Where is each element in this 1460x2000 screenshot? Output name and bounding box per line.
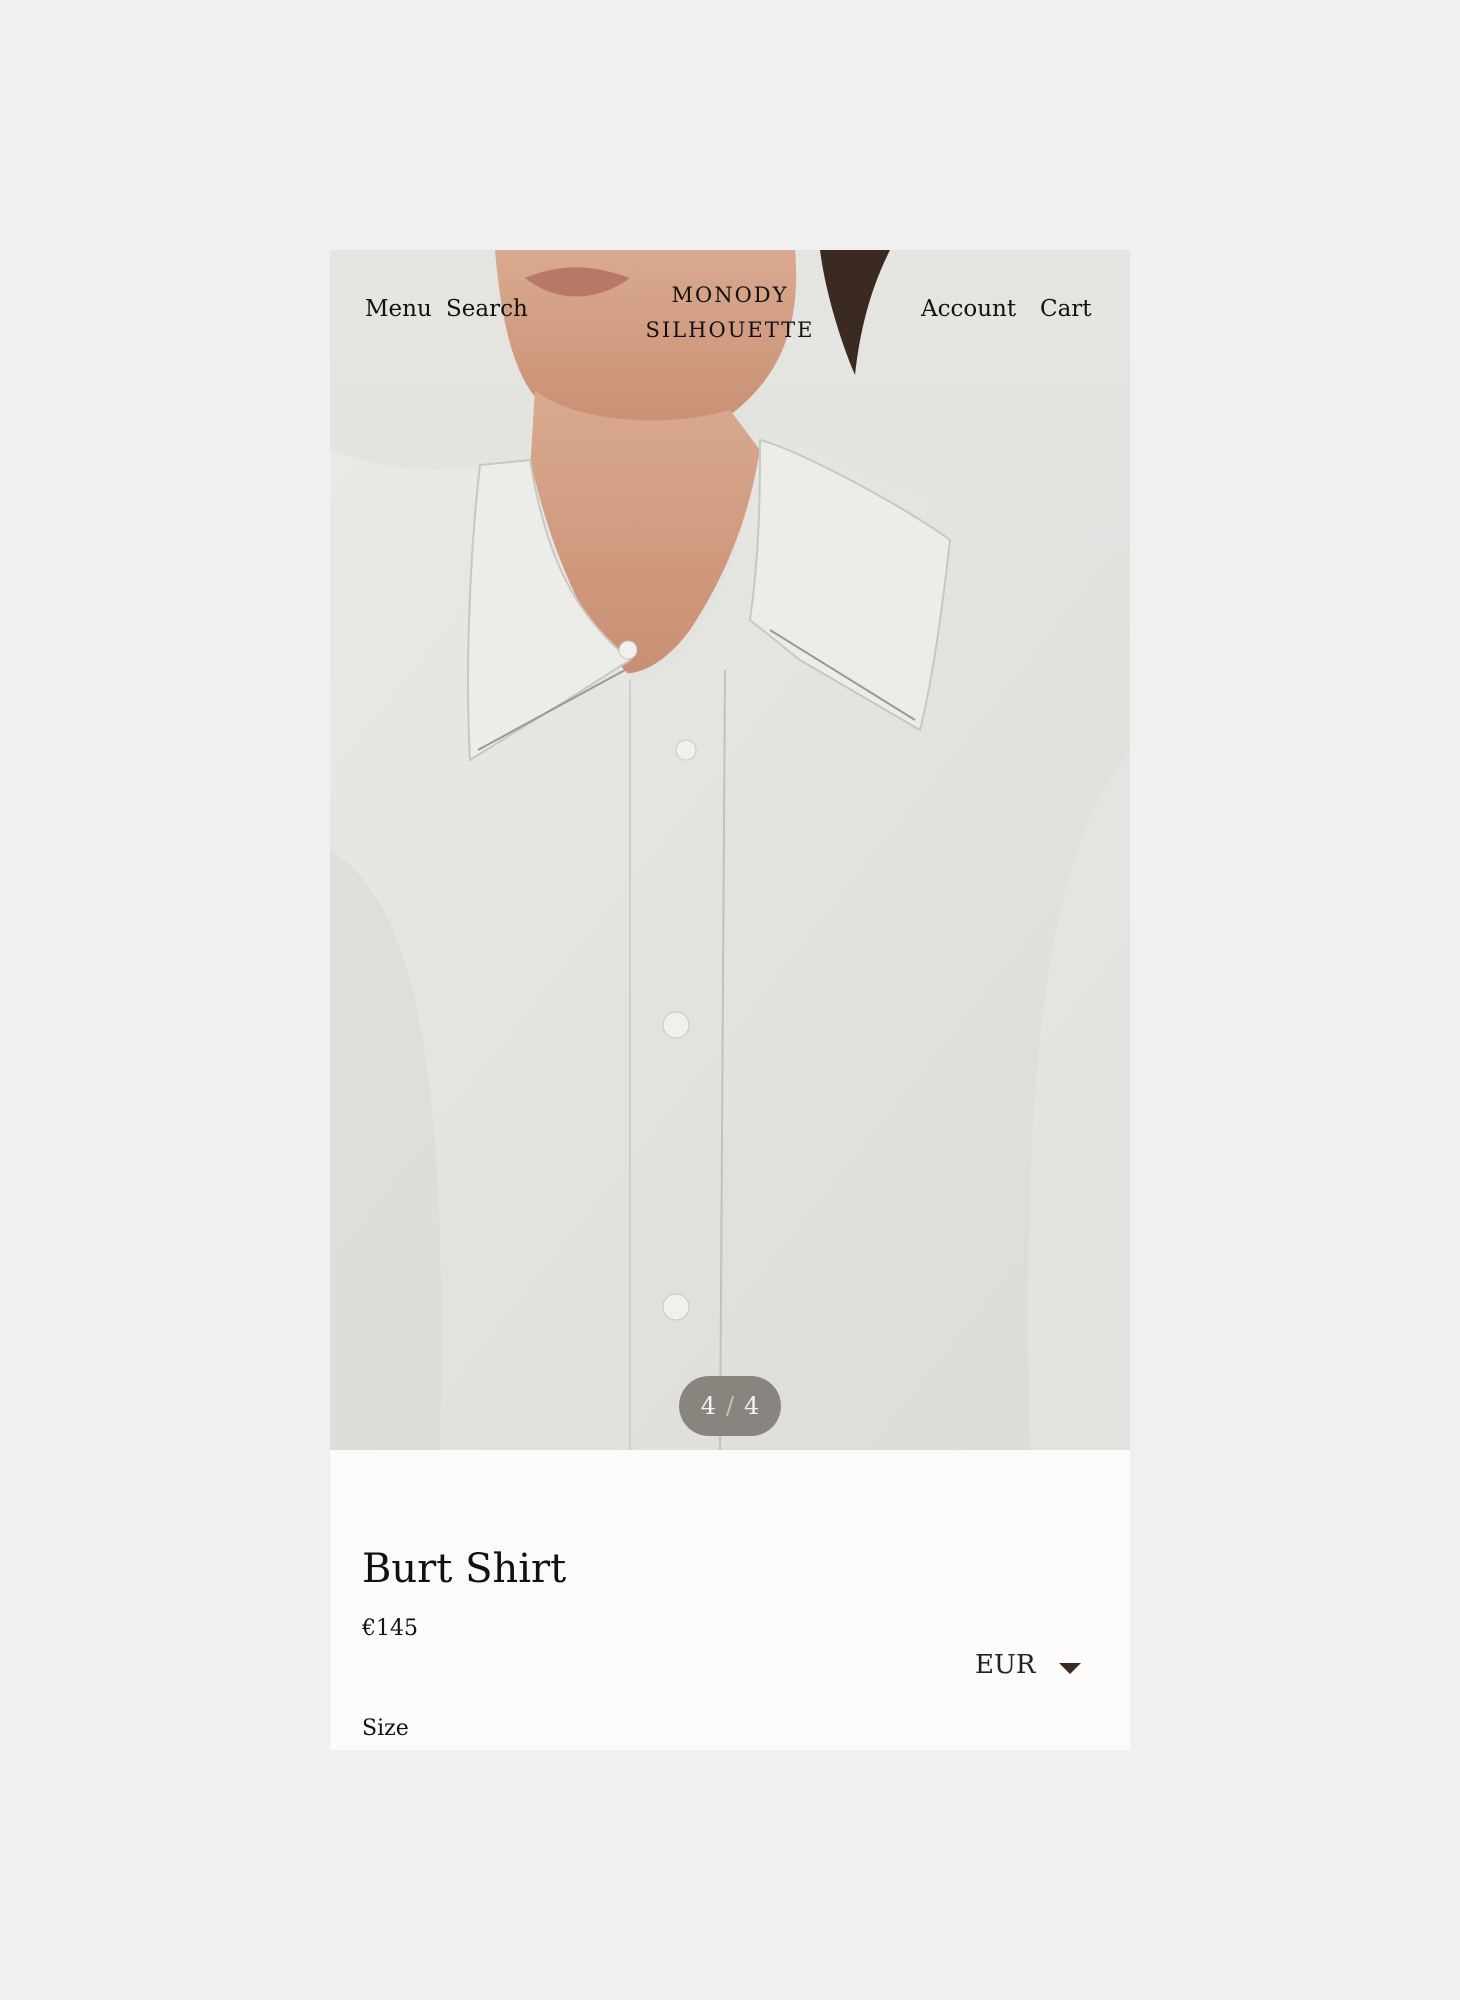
product-price: €145 [362, 1616, 418, 1641]
brand-logo-line-2: SILHOUETTE [645, 318, 815, 342]
account-link[interactable]: Account [921, 296, 1016, 322]
image-counter-current: 4 [700, 1392, 716, 1420]
currency-selector-value: EUR [975, 1650, 1036, 1680]
cart-link[interactable]: Cart [1040, 296, 1092, 322]
site-header: Menu Search MONODY SILHOUETTE Account Ca… [330, 250, 1130, 370]
product-page: Menu Search MONODY SILHOUETTE Account Ca… [330, 250, 1130, 1750]
product-photo [330, 250, 1130, 1450]
chevron-down-icon [1059, 1662, 1082, 1674]
brand-logo[interactable]: MONODY SILHOUETTE [630, 278, 830, 348]
brand-logo-line-1: MONODY [671, 283, 789, 307]
product-info: Burt Shirt €145 EUR Size [330, 1450, 1130, 1750]
image-counter-separator: / [725, 1392, 735, 1420]
image-counter-total: 4 [744, 1392, 760, 1420]
search-link[interactable]: Search [446, 296, 528, 322]
product-image-gallery[interactable]: Menu Search MONODY SILHOUETTE Account Ca… [330, 250, 1130, 1450]
menu-link[interactable]: Menu [365, 296, 432, 322]
product-title: Burt Shirt [362, 1546, 567, 1592]
currency-selector[interactable]: EUR [975, 1650, 1082, 1680]
image-counter: 4 / 4 [679, 1376, 781, 1436]
size-label: Size [362, 1716, 409, 1741]
